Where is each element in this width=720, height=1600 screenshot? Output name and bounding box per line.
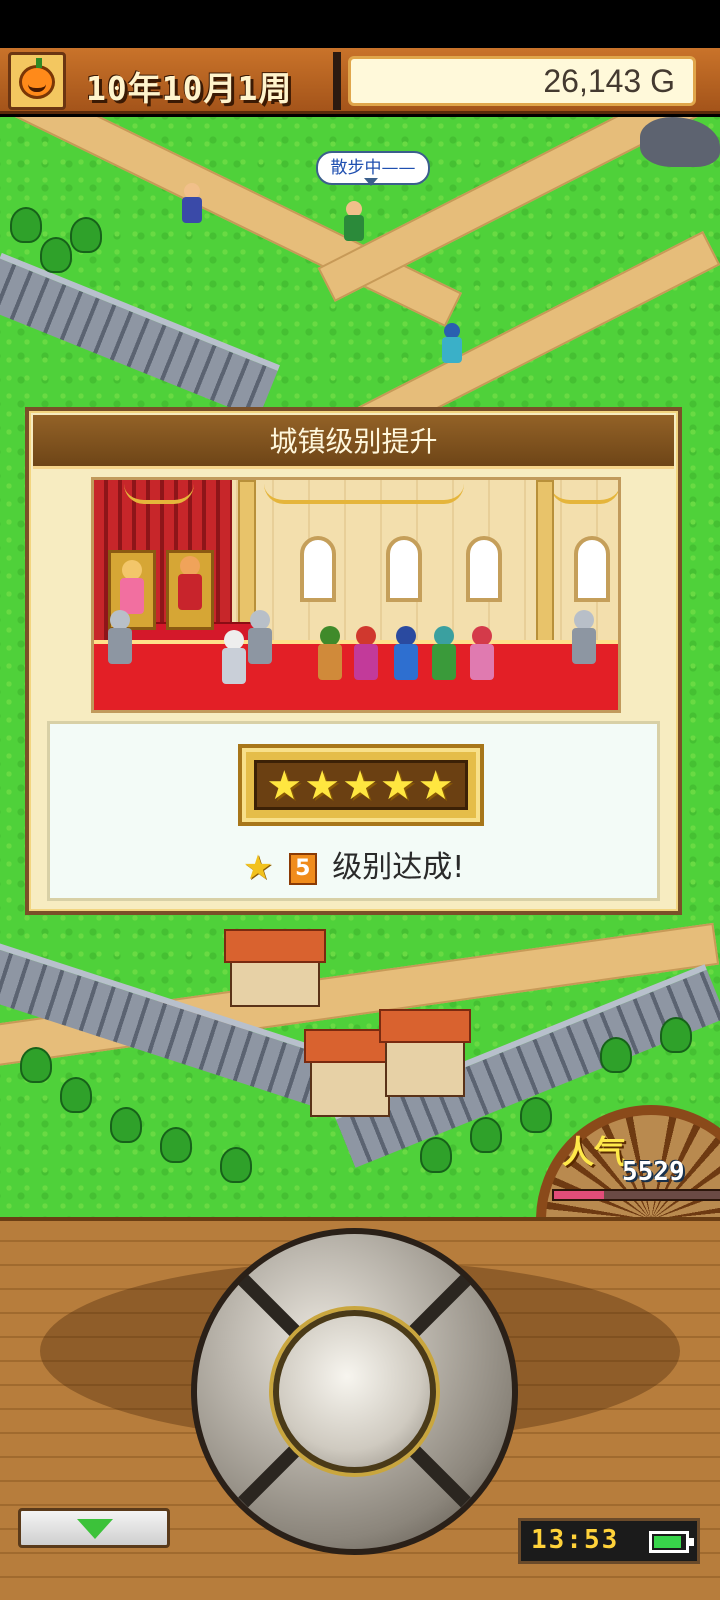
scene-window [300, 536, 336, 602]
tree [660, 1017, 692, 1053]
person-head [396, 626, 416, 646]
person-body [222, 648, 246, 684]
person-body [178, 574, 202, 610]
chandelier [550, 484, 618, 504]
person-head [574, 610, 594, 630]
popularity-label: 人气 [562, 1133, 627, 1171]
tree [60, 1077, 92, 1113]
town-rank-frame: ★★★★★ [238, 744, 484, 826]
tree [600, 1037, 632, 1073]
villager-sprite[interactable] [178, 183, 206, 225]
person-head [356, 626, 376, 646]
hud-divider [333, 52, 341, 110]
tree [420, 1137, 452, 1173]
knight [104, 610, 134, 670]
popularity-bar [552, 1189, 720, 1201]
person-body [394, 644, 418, 680]
tree [220, 1147, 252, 1183]
hero [466, 626, 496, 686]
hero [314, 626, 344, 686]
person-head [472, 626, 492, 646]
person-body [318, 644, 342, 680]
person-head [122, 560, 142, 580]
tree [470, 1117, 502, 1153]
hero [390, 626, 420, 686]
villager-sprite[interactable] [340, 201, 368, 243]
chandelier [124, 484, 194, 504]
dialog-title: 城镇级别提升 [33, 415, 674, 469]
chevron-down-icon [77, 1519, 113, 1539]
person-body [572, 628, 596, 664]
popularity-meter[interactable]: 人气 5529 [526, 1097, 720, 1217]
tree [110, 1107, 142, 1143]
person-head [250, 610, 270, 630]
level-number-badge: 5 [288, 853, 317, 885]
villager-sprite[interactable] [438, 323, 466, 365]
clock-time: 13:53 [531, 1525, 620, 1555]
house-roof [224, 929, 326, 963]
town-rank-stars: ★★★★★ [254, 760, 468, 810]
result-panel: ★★★★★ ★ 5 级别达成! [47, 721, 660, 901]
person-body [120, 578, 144, 614]
level-up-dialog[interactable]: 城镇级别提升 ★★★★★ ★ 5 级别达成! [25, 407, 682, 915]
dpad-center-button[interactable] [273, 1310, 436, 1473]
scene-window [386, 536, 422, 602]
king [174, 556, 204, 616]
scene-pillar [536, 480, 554, 660]
tree [40, 237, 72, 273]
house-roof [379, 1009, 471, 1043]
speech-bubble: 散步中—— [316, 151, 430, 186]
person-body [432, 644, 456, 680]
pumpkin-icon [19, 58, 55, 99]
knight [244, 610, 274, 670]
house[interactable] [224, 929, 326, 1007]
person-head [110, 610, 130, 630]
directional-pad[interactable] [191, 1228, 518, 1555]
house[interactable] [379, 1009, 471, 1097]
person-body [354, 644, 378, 680]
battery-icon [649, 1531, 694, 1553]
person-body [470, 644, 494, 680]
person-head [320, 626, 340, 646]
achievement-text: 级别达成! [332, 850, 465, 885]
menu-button[interactable] [8, 52, 66, 110]
top-hud: 10年10月1周 26,143 G [0, 48, 720, 114]
scene-window [466, 536, 502, 602]
hero [428, 626, 458, 686]
scene-window [574, 536, 610, 602]
menu-toggle-button[interactable] [18, 1508, 170, 1548]
person-head [180, 556, 200, 576]
popularity-value: 5529 [622, 1157, 685, 1187]
hero [350, 626, 380, 686]
throne-room-illustration [91, 477, 621, 713]
game-screen: 10年10月1周 26,143 G 散步中—— 人气 5529 城镇级别提升 ★… [0, 0, 720, 1600]
knight [568, 610, 598, 670]
game-date: 10年10月1周 [86, 69, 293, 108]
person-body [248, 628, 272, 664]
tree [20, 1047, 52, 1083]
villager-body [442, 337, 462, 363]
house[interactable] [304, 1029, 396, 1117]
chandelier [264, 484, 464, 504]
person-body [108, 628, 132, 664]
status-bar [0, 0, 720, 48]
achievement-line: ★ 5 级别达成! [50, 842, 657, 888]
battery-level [654, 1536, 681, 1548]
tree [160, 1127, 192, 1163]
villager-body [344, 215, 364, 241]
star-icon: ★ [242, 848, 274, 888]
tree [10, 207, 42, 243]
person-head [224, 630, 244, 650]
tree [70, 217, 102, 253]
popularity-bar-fill [554, 1191, 604, 1199]
gold-display: 26,143 G [348, 56, 696, 106]
clock-display: 13:53 [518, 1518, 700, 1564]
villager-body [182, 197, 202, 223]
person-head [434, 626, 454, 646]
